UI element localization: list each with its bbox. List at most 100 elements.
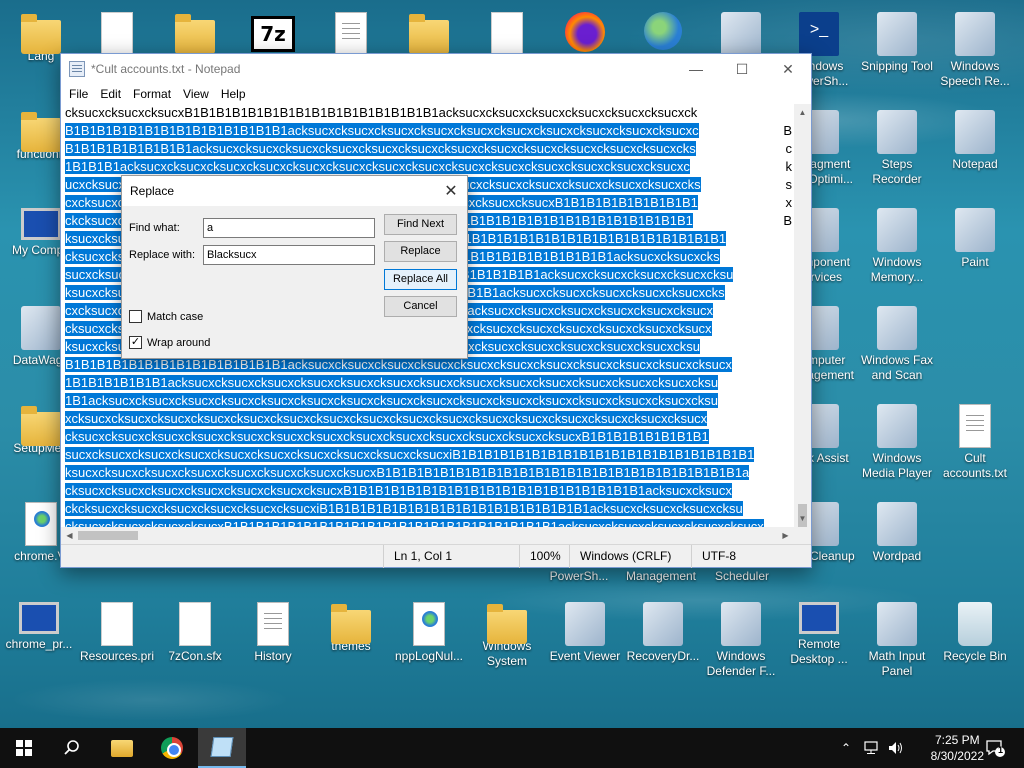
desktop-icon-globe1[interactable]: [624, 12, 702, 53]
desktop-icon-history[interactable]: History: [234, 602, 312, 664]
generic-icon: [877, 12, 917, 56]
desktop-icon-chromepr[interactable]: chrome_pr...: [0, 602, 78, 652]
notepad-titlebar[interactable]: *Cult accounts.txt - Notepad — ☐ ✕: [61, 54, 811, 84]
menu-help[interactable]: Help: [215, 87, 252, 101]
desktop-icon-recoverydr[interactable]: RecoveryDr...: [624, 602, 702, 664]
folder-icon: [111, 739, 133, 757]
desktop-icon-7zcon[interactable]: 7zCon.sfx: [156, 602, 234, 664]
replace-dialog[interactable]: Replace ✕ Find what: Replace with: Find …: [121, 175, 468, 359]
start-button[interactable]: [0, 728, 48, 768]
desktop-icon-app1[interactable]: [702, 12, 780, 59]
desktop-icon-label: Wordpad: [872, 549, 922, 563]
scroll-left-icon[interactable]: ◀: [61, 527, 78, 544]
desktop-icon-wmp[interactable]: Windows Media Player: [858, 404, 936, 481]
desktop-icon-recyclebin[interactable]: Recycle Bin: [936, 602, 1014, 664]
desktop-icon-cultacc[interactable]: Cult accounts.txt: [936, 404, 1014, 481]
text-line-edge: B: [783, 212, 792, 230]
text-line: B1B1B1B1B1B1B1B1B1B1B1B1B1B1acksucxcksuc…: [61, 122, 794, 140]
desktop-icon-folder2[interactable]: [390, 12, 468, 54]
scroll-up-icon[interactable]: ▲: [794, 104, 811, 121]
network-icon[interactable]: [860, 728, 884, 768]
replace-all-button[interactable]: Replace All: [384, 269, 457, 290]
scroll-down-icon[interactable]: ▼: [794, 510, 811, 527]
desktop-icon-mathinput[interactable]: Math Input Panel: [858, 602, 936, 679]
text-line-edge: s: [785, 176, 792, 194]
minimize-button[interactable]: —: [673, 54, 719, 84]
desktop-icon-blank1[interactable]: [78, 12, 156, 59]
desktop-icon-themes[interactable]: themes: [312, 602, 390, 654]
desktop-icon-steps[interactable]: Steps Recorder: [858, 110, 936, 187]
desktop-icon-7z[interactable]: 7z: [234, 12, 312, 52]
folder-icon: [331, 604, 371, 644]
text-line: cksucxcksucxcksucxcksucxB1B1B1B1B1B1B1B1…: [61, 518, 794, 527]
horizontal-scrollbar[interactable]: ◀ ▶: [61, 527, 794, 544]
maximize-button[interactable]: ☐: [719, 54, 765, 84]
blank-icon: [101, 12, 133, 56]
text-line-selected: cksucxcksucxcksucxcksucxcksucxcksucxcksu…: [65, 483, 732, 498]
horizontal-scroll-thumb[interactable]: [78, 531, 138, 540]
text-line: 1B1B1B1acksucxcksucxcksucxcksucxcksucxck…: [61, 158, 794, 176]
taskbar-notepad[interactable]: [198, 728, 246, 768]
firefox-icon: [565, 12, 605, 52]
dialog-close-icon[interactable]: ✕: [435, 181, 467, 201]
find-what-input[interactable]: [203, 218, 375, 238]
desktop-icon-eventviewer[interactable]: Event Viewer: [546, 602, 624, 664]
desktop-icon-label: Steps Recorder: [872, 157, 922, 186]
match-case-box[interactable]: [129, 310, 142, 323]
menu-format[interactable]: Format: [127, 87, 177, 101]
menu-file[interactable]: File: [63, 87, 94, 101]
desktop-icon-label-bh-powersh[interactable]: PowerSh...: [540, 569, 618, 584]
replace-dialog-titlebar[interactable]: Replace ✕: [122, 176, 467, 206]
desktop-icon-winfax[interactable]: Windows Fax and Scan: [858, 306, 936, 383]
find-next-button[interactable]: Find Next: [384, 214, 457, 235]
text-line: ksucxcksucxcksucxcksucxcksucxcksucxcksuc…: [61, 464, 794, 482]
desktop-icon-winmem[interactable]: Windows Memory...: [858, 208, 936, 285]
desktop-icon-notepad[interactable]: Notepad: [936, 110, 1014, 172]
volume-icon[interactable]: [884, 728, 908, 768]
tray-overflow-icon[interactable]: ⌃: [836, 728, 856, 768]
search-button[interactable]: [48, 728, 96, 768]
status-encoding: UTF-8: [691, 545, 813, 568]
desktop-icon-resources[interactable]: Resources.pri: [78, 602, 156, 664]
cancel-button[interactable]: Cancel: [384, 296, 457, 317]
blank-icon: [491, 12, 523, 56]
text-line: cksucxcksucxcksucxcksucxcksucxcksucxcksu…: [61, 482, 794, 500]
desktop-icon-snipping[interactable]: Snipping Tool: [858, 12, 936, 74]
wrap-around-checkbox[interactable]: ✓ Wrap around: [129, 336, 210, 349]
desktop-icon-paint[interactable]: Paint: [936, 208, 1014, 270]
desktop-icon-label-bh-scheduler[interactable]: Scheduler: [703, 569, 781, 584]
desktop-icon-gear-doc[interactable]: [156, 12, 234, 54]
vertical-scrollbar[interactable]: ▲ ▼: [794, 104, 811, 560]
menu-edit[interactable]: Edit: [94, 87, 127, 101]
clock[interactable]: 7:25 PM 8/30/2022: [931, 732, 984, 764]
match-case-checkbox[interactable]: Match case: [129, 310, 203, 323]
folder-icon: [175, 14, 215, 54]
taskbar-file-explorer[interactable]: [98, 728, 146, 768]
desktop-icon-winsys[interactable]: Windows System: [468, 602, 546, 669]
replace-with-input[interactable]: [203, 245, 375, 265]
generic-icon: [877, 502, 917, 546]
folder-icon: [21, 14, 61, 54]
doc-icon: [335, 12, 367, 56]
desktop-icon-label: Windows Fax and Scan: [860, 353, 934, 382]
scroll-right-icon[interactable]: ▶: [777, 527, 794, 544]
menu-view[interactable]: View: [177, 87, 215, 101]
desktop-icon-speech[interactable]: Windows Speech Re...: [936, 12, 1014, 89]
taskbar-chrome[interactable]: [148, 728, 196, 768]
desktop-icon-remotedesk[interactable]: Remote Desktop ...: [780, 602, 858, 667]
close-button[interactable]: ✕: [765, 54, 811, 84]
notifications-button[interactable]: 1: [980, 728, 1010, 768]
desktop-icon-npplog[interactable]: nppLogNul...: [390, 602, 468, 664]
desktop-icon-windefender[interactable]: Windows Defender F...: [702, 602, 780, 679]
desktop-icon-gear2[interactable]: [468, 12, 546, 59]
recycle-icon: [958, 602, 992, 646]
folder-icon: [409, 14, 449, 54]
desktop-icon-wordpad[interactable]: Wordpad: [858, 502, 936, 564]
desktop-icon-label: chrome_pr...: [5, 637, 73, 651]
replace-button[interactable]: Replace: [384, 241, 457, 262]
desktop-icon-label-bh-mgmt[interactable]: Management: [622, 569, 700, 584]
wrap-around-box[interactable]: ✓: [129, 336, 142, 349]
menu-bar: File Edit Format View Help: [61, 84, 811, 104]
desktop-icon-firefox[interactable]: [546, 12, 624, 55]
desktop-icon-txt1[interactable]: [312, 12, 390, 59]
